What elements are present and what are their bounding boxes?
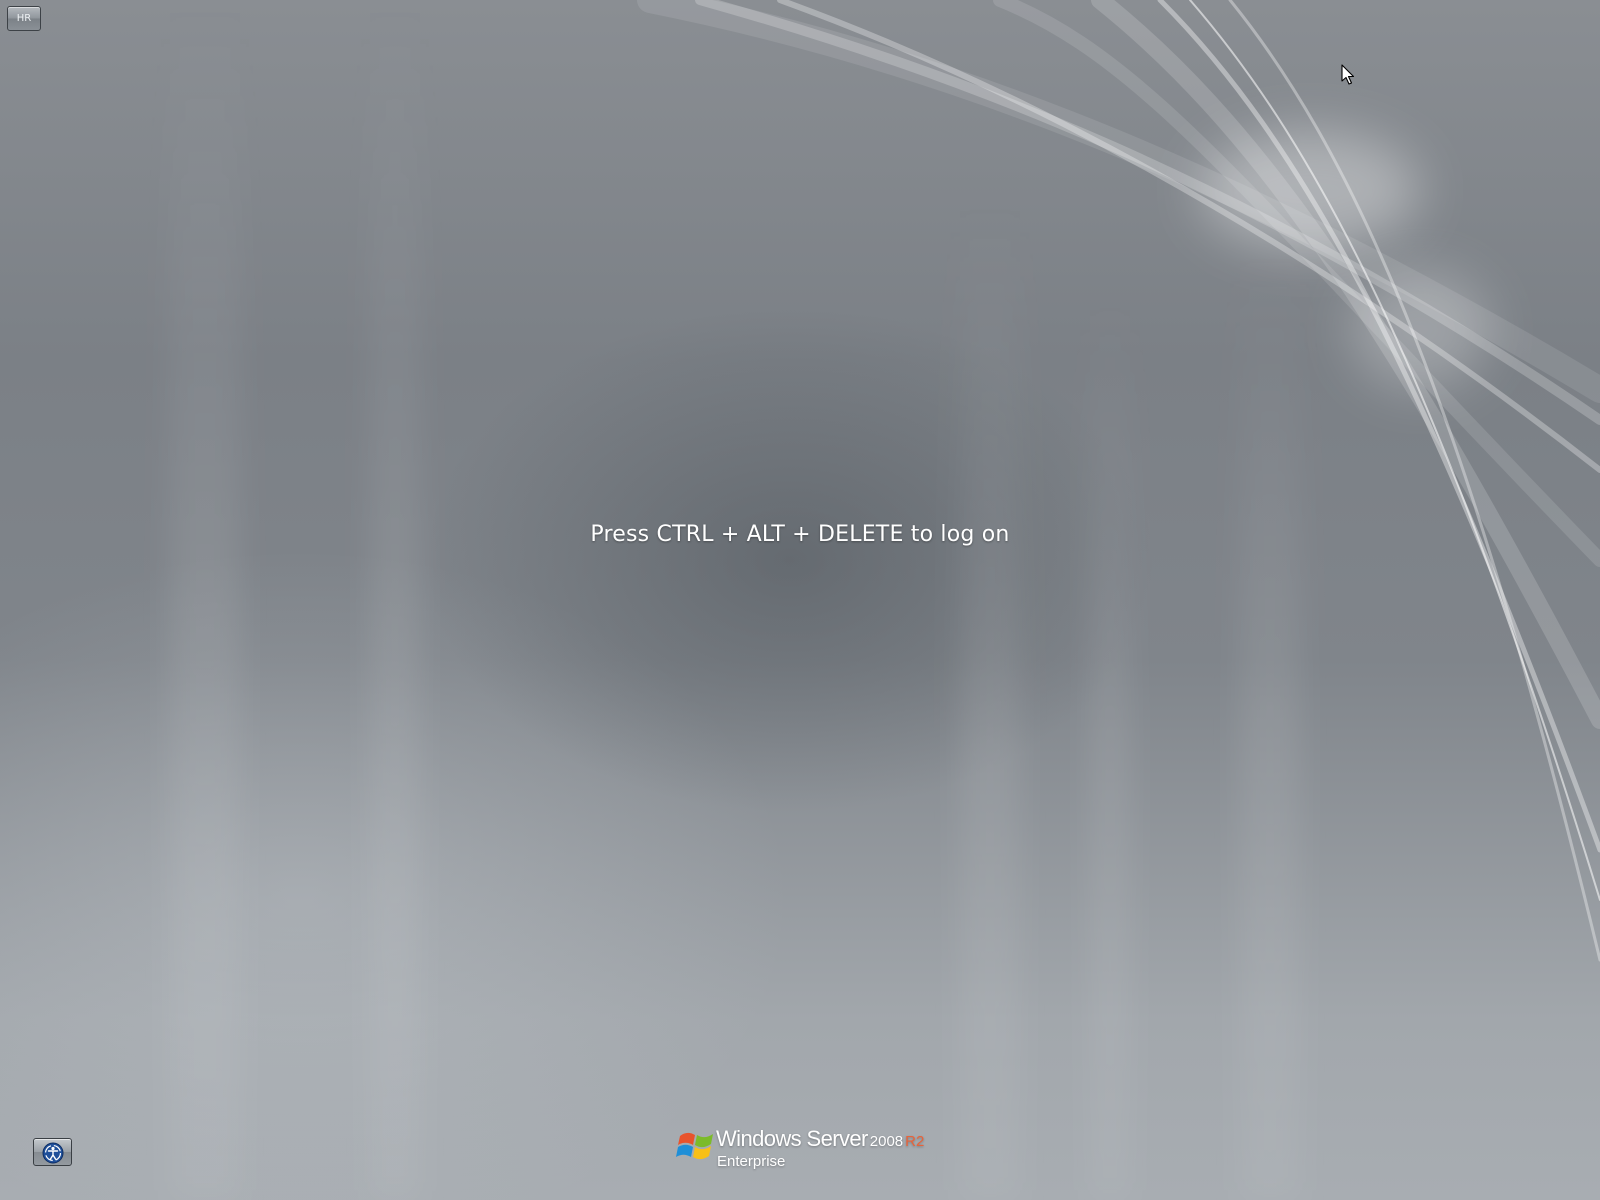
windows-flag-icon — [676, 1132, 713, 1160]
mouse-cursor-icon — [1341, 64, 1355, 85]
product-title: Windows Server — [716, 1126, 868, 1151]
windows-server-logo: Windows Server 2008 R2 Enterprise — [676, 1124, 936, 1180]
product-name: Windows Server 2008 R2 — [716, 1126, 924, 1152]
product-version: 2008 — [869, 1133, 904, 1150]
logon-prompt: Press CTRL + ALT + DELETE to log on — [590, 522, 1010, 547]
product-release: R2 — [905, 1133, 925, 1150]
ease-of-access-icon — [42, 1142, 64, 1164]
ease-of-access-button[interactable] — [33, 1138, 72, 1166]
wallpaper-background — [170, 0, 1600, 1200]
product-edition: Enterprise — [717, 1153, 786, 1170]
language-indicator-button[interactable]: HR — [7, 6, 41, 31]
